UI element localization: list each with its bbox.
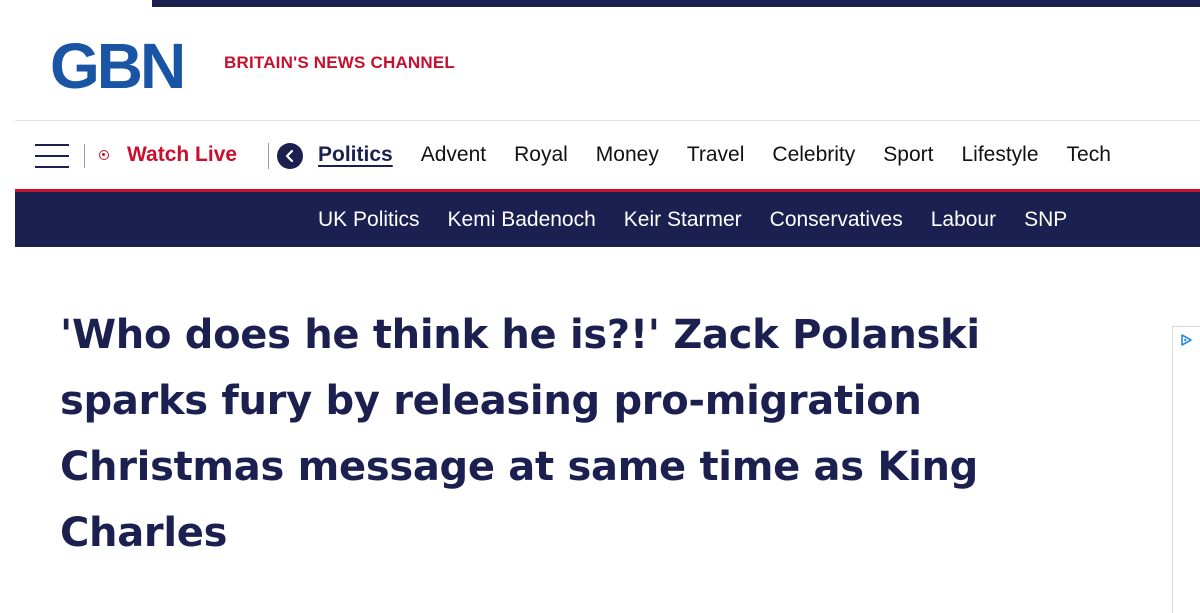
ad-slot (1172, 326, 1200, 613)
nav-separator (268, 143, 269, 169)
sub-nav-list: UK Politics Kemi Badenoch Keir Starmer C… (318, 208, 1095, 232)
nav-item-travel[interactable]: Travel (687, 143, 745, 167)
top-brand-strip (152, 0, 1200, 7)
nav-item-lifestyle[interactable]: Lifestyle (961, 143, 1038, 167)
live-record-icon (99, 150, 109, 160)
nav-item-advent[interactable]: Advent (421, 143, 486, 167)
subnav-item-conservatives[interactable]: Conservatives (770, 208, 903, 232)
nav-item-politics[interactable]: Politics (318, 143, 393, 167)
nav-item-money[interactable]: Money (596, 143, 659, 167)
watch-live-link[interactable]: Watch Live (127, 143, 237, 167)
nav-item-tech[interactable]: Tech (1067, 143, 1111, 167)
adchoices-icon[interactable] (1179, 333, 1193, 347)
brand-tagline: BRITAIN'S NEWS CHANNEL (224, 53, 456, 72)
nav-item-sport[interactable]: Sport (883, 143, 933, 167)
subnav-item-labour[interactable]: Labour (931, 208, 996, 232)
gbn-logo[interactable]: GBN (50, 32, 210, 92)
chevron-left-icon[interactable] (277, 143, 303, 169)
nav-category-list: Politics Advent Royal Money Travel Celeb… (318, 143, 1139, 167)
sub-nav-bar: UK Politics Kemi Badenoch Keir Starmer C… (15, 192, 1200, 247)
nav-separator (84, 144, 85, 168)
subnav-item-kemi-badenoch[interactable]: Kemi Badenoch (448, 208, 596, 232)
hamburger-menu-icon[interactable] (35, 144, 69, 168)
article-headline: 'Who does he think he is?!' Zack Polansk… (60, 312, 980, 556)
nav-item-celebrity[interactable]: Celebrity (772, 143, 855, 167)
subnav-item-keir-starmer[interactable]: Keir Starmer (624, 208, 742, 232)
nav-item-royal[interactable]: Royal (514, 143, 568, 167)
subnav-item-uk-politics[interactable]: UK Politics (318, 208, 420, 232)
primary-nav: Watch Live Politics Advent Royal Money T… (0, 121, 1200, 189)
subnav-item-snp[interactable]: SNP (1024, 208, 1067, 232)
logo-text: GBN (50, 32, 183, 92)
